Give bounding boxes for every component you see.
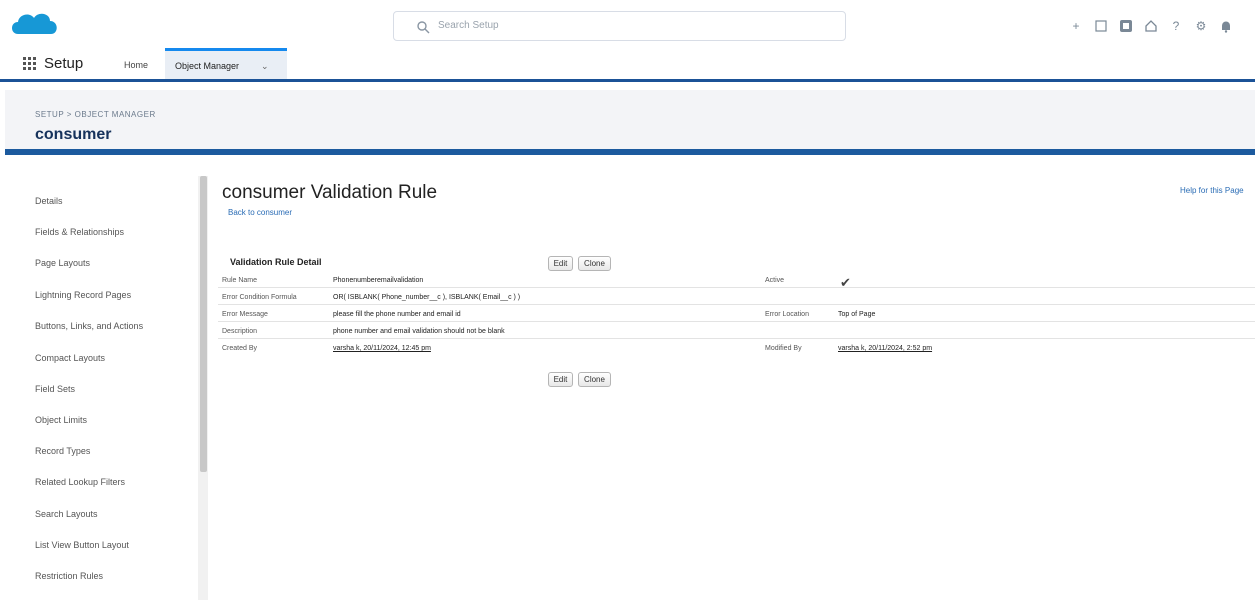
help-link[interactable]: Help for this Page [1180,186,1244,195]
breadcrumb[interactable]: SETUP > OBJECT MANAGER [35,110,156,119]
sidebar-item-lightning-pages[interactable]: Lightning Record Pages [35,290,131,300]
waffle-icon[interactable] [1116,16,1136,36]
error-location-value: Top of Page [838,311,876,318]
tab-object-manager[interactable]: Object Manager ⌄ [165,48,287,79]
edit-button[interactable]: Edit [548,256,573,271]
app-name: Setup [44,55,84,72]
description-label: Description [222,328,258,335]
sidebar-item-object-limits[interactable]: Object Limits [35,415,87,425]
detail-row: Description phone number and email valid… [218,326,1255,339]
error-message-value: please fill the phone number and email i… [333,311,461,318]
sidebar-item-list-view-buttons[interactable]: List View Button Layout [35,540,129,550]
sidebar-item-fields[interactable]: Fields & Relationships [35,227,124,237]
detail-row: Rule Name Phonenumberemailvalidation Act… [218,275,1255,288]
active-label: Active [765,277,785,284]
tab-home[interactable]: Home [124,60,148,70]
utility-icons: + ? ⚙ [1066,16,1241,36]
app-launcher-icon[interactable] [23,57,37,71]
sidebar-item-field-sets[interactable]: Field Sets [35,384,75,394]
sidebar-item-restriction-rules[interactable]: Restriction Rules [35,571,103,581]
detail-row: Error Message please fill the phone numb… [218,309,1255,322]
object-header: SETUP > OBJECT MANAGER consumer [5,90,1255,155]
validation-rule-title: consumer Validation Rule [222,182,438,203]
modified-by-label: Modified By [765,345,802,352]
add-icon[interactable]: + [1066,16,1086,36]
gear-icon[interactable]: ⚙ [1191,16,1211,36]
detail-row: Created By varsha k, 20/11/2024, 12:45 p… [218,343,1255,356]
app-nav-bar: Setup Home Object Manager ⌄ [0,48,1255,82]
page-title: consumer [35,126,112,143]
back-link[interactable]: Back to consumer [228,208,292,217]
modified-by-value[interactable]: varsha k, 20/11/2024, 2:52 pm [838,345,932,352]
bell-icon[interactable] [1216,16,1236,36]
active-checkmark-icon: ✔ [840,275,851,290]
created-by-label: Created By [222,345,258,352]
global-header: Search Setup + ? ⚙ [0,0,1255,50]
error-location-label: Error Location [765,311,809,318]
formula-value: OR( ISBLANK( Phone_number__c ), ISBLANK(… [333,294,521,301]
home-icon[interactable] [1141,16,1161,36]
detail-row: Error Condition Formula OR( ISBLANK( Pho… [218,292,1255,305]
chevron-down-icon[interactable]: ⌄ [261,61,269,72]
sidebar-item-details[interactable]: Details [35,196,63,206]
created-by-value[interactable]: varsha k, 20/11/2024, 12:45 pm [333,345,431,352]
search-input[interactable]: Search Setup [393,11,846,41]
salesforce-logo-icon[interactable] [8,8,60,44]
sidebar-item-search-layouts[interactable]: Search Layouts [35,509,98,519]
search-icon [417,21,430,34]
rule-name-value: Phonenumberemailvalidation [333,277,424,284]
sidebar-item-lookup-filters[interactable]: Related Lookup Filters [35,477,125,487]
edit-button-bottom[interactable]: Edit [548,372,573,387]
clone-button[interactable]: Clone [578,256,611,271]
help-icon[interactable]: ? [1166,16,1186,36]
sidebar-item-compact-layouts[interactable]: Compact Layouts [35,353,105,363]
search-placeholder: Search Setup [438,20,499,31]
tab-object-manager-label: Object Manager [175,61,240,71]
formula-label: Error Condition Formula [222,294,297,301]
sidebar-item-buttons-links[interactable]: Buttons, Links, and Actions [35,321,143,331]
sidebar-scroll-thumb[interactable] [200,176,207,472]
rule-name-label: Rule Name [222,277,258,284]
error-message-label: Error Message [222,311,268,318]
description-value: phone number and email validation should… [333,328,505,335]
clone-button-bottom[interactable]: Clone [578,372,611,387]
sidebar-item-page-layouts[interactable]: Page Layouts [35,258,90,268]
section-title: Validation Rule Detail [230,257,322,267]
favorites-icon[interactable] [1091,16,1111,36]
sidebar-item-record-types[interactable]: Record Types [35,446,90,456]
